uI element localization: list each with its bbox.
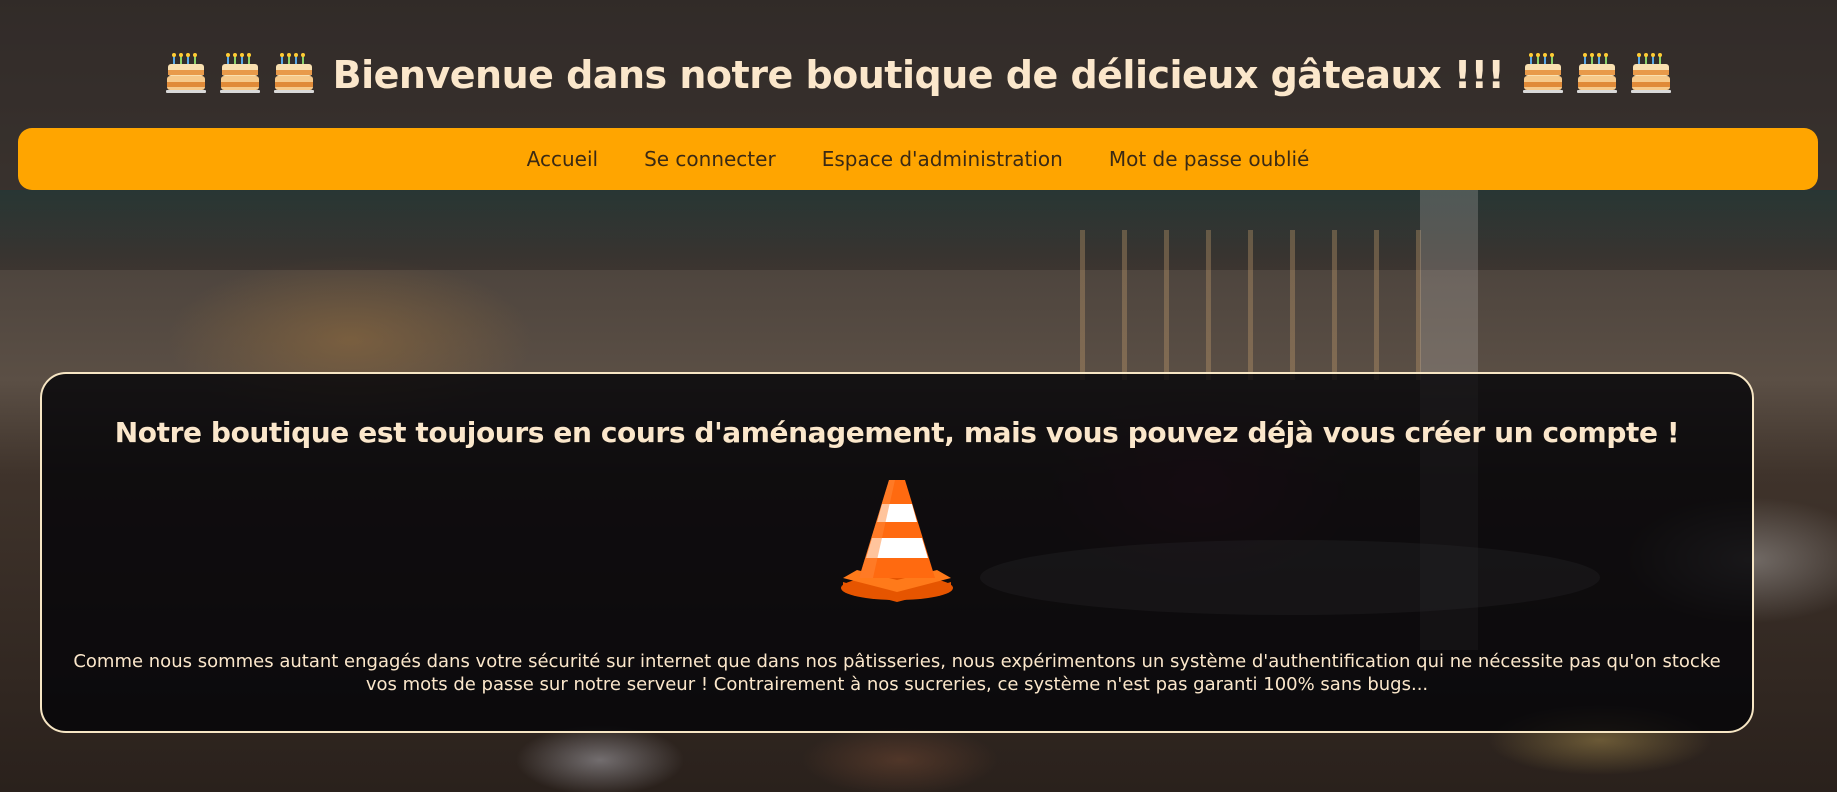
notice-heading: Notre boutique est toujours en cours d'a…: [114, 416, 1680, 449]
cake-icon: [1576, 52, 1618, 94]
cake-icon: [1522, 52, 1564, 94]
notice-panel: Notre boutique est toujours en cours d'a…: [40, 372, 1754, 733]
cake-icon: [273, 52, 315, 94]
background-cake-pops: [1080, 230, 1430, 380]
nav-link-forgot-password[interactable]: Mot de passe oublié: [1109, 147, 1310, 171]
main-navbar: Accueil Se connecter Espace d'administra…: [18, 128, 1818, 190]
page-title: Bienvenue dans notre boutique de délicie…: [0, 52, 1837, 97]
background-shelf: [0, 190, 1837, 270]
traffic-cone-icon: [837, 478, 957, 602]
cake-icon: [219, 52, 261, 94]
cake-icon: [165, 52, 207, 94]
nav-link-login[interactable]: Se connecter: [644, 147, 776, 171]
notice-body: Comme nous sommes autant engagés dans vo…: [73, 651, 1721, 695]
nav-link-admin[interactable]: Espace d'administration: [822, 147, 1063, 171]
nav-link-accueil[interactable]: Accueil: [527, 147, 598, 171]
cake-icon: [1630, 52, 1672, 94]
page-title-text: Bienvenue dans notre boutique de délicie…: [332, 53, 1505, 97]
